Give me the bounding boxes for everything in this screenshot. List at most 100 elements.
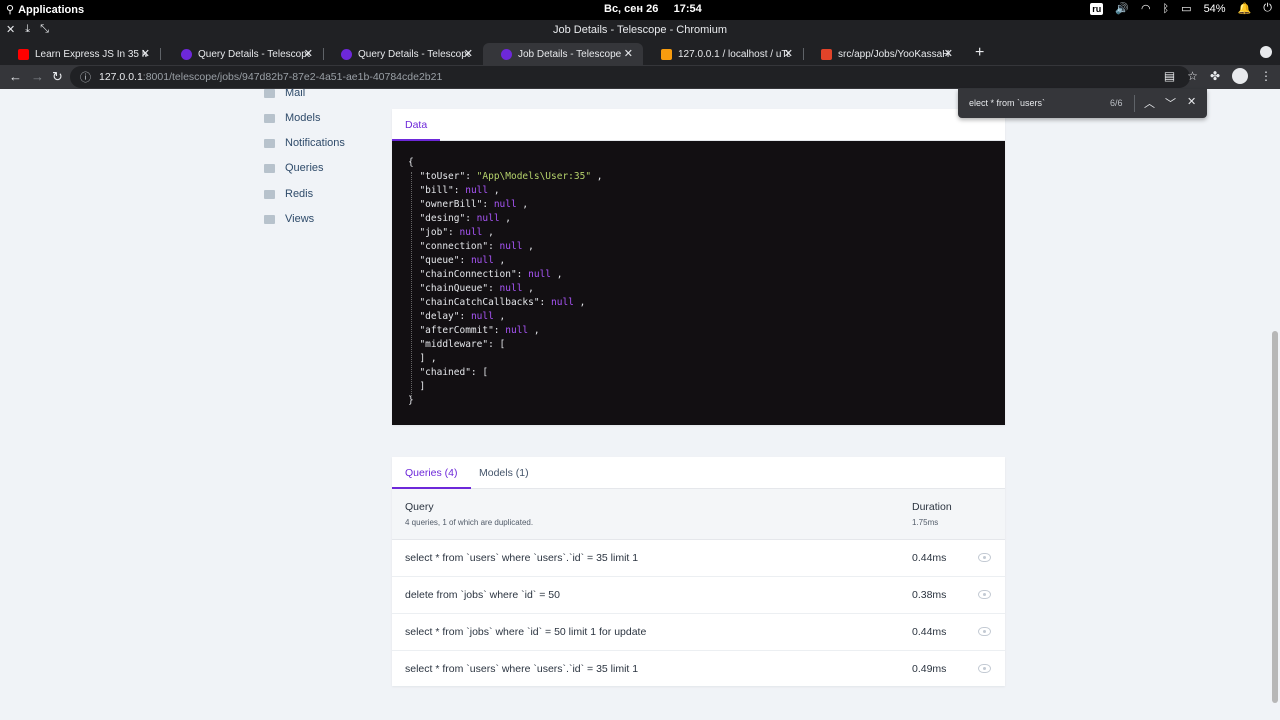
job-data-json-viewer: { "toUser": "App\Models\User:35" , "bill… xyxy=(392,141,1005,425)
tab-label: Learn Express JS In 35 Minutes xyxy=(35,48,147,60)
site-info-icon[interactable]: ⓘ xyxy=(80,69,91,85)
browser-tab[interactable]: src/app/Jobs/YooKassaHook.php ✕ xyxy=(803,43,963,65)
browser-tab[interactable]: Learn Express JS In 35 Minutes ✕ xyxy=(0,43,161,65)
url-host: 127.0.0.1 xyxy=(99,71,143,83)
sidebar-item-label: Redis xyxy=(285,188,314,200)
table-row[interactable]: select * from `users` where `users`.`id`… xyxy=(392,651,1005,688)
sidebar-item-views[interactable]: Views xyxy=(264,209,314,229)
eye-icon[interactable] xyxy=(978,553,991,562)
search-icon: ⚲ xyxy=(6,4,15,16)
tab-search-icon[interactable] xyxy=(1260,46,1272,58)
power-icon[interactable]: ⏻ xyxy=(1263,2,1272,15)
telescope-icon xyxy=(341,48,352,60)
tab-queries[interactable]: Queries (4) xyxy=(392,457,471,489)
keyboard-layout-indicator[interactable]: ru xyxy=(1090,2,1104,15)
json-string: "App\Models\User:35" xyxy=(476,171,592,182)
page-scrollbar[interactable] xyxy=(1270,89,1280,720)
json-line: "afterCommit": null , xyxy=(419,325,540,336)
redis-icon xyxy=(264,189,275,199)
json-line: "desing": null , xyxy=(419,213,511,224)
json-line: "middleware": [ xyxy=(419,339,506,350)
bookmark-star-icon[interactable]: ☆ xyxy=(1187,69,1198,83)
time-label: 17:54 xyxy=(673,3,702,15)
find-previous-icon[interactable]: ︿ xyxy=(1144,95,1155,111)
browser-tab-active[interactable]: Job Details - Telescope ✕ xyxy=(483,43,643,65)
tab-strip: Learn Express JS In 35 Minutes ✕ Query D… xyxy=(0,41,1280,65)
tab-label: src/app/Jobs/YooKassaHook.php xyxy=(838,48,950,60)
query-sql: select * from `users` where `users`.`id`… xyxy=(405,552,639,564)
json-line: "chainConnection": null , xyxy=(419,269,563,280)
sidebar-item-queries[interactable]: Queries xyxy=(264,158,324,178)
query-sql: select * from `jobs` where `id` = 50 lim… xyxy=(405,626,647,638)
queries-summary: 4 queries, 1 of which are duplicated. xyxy=(405,518,534,527)
json-line: ] xyxy=(419,381,426,392)
query-sql: select * from `users` where `users`.`id`… xyxy=(405,663,639,675)
clock[interactable]: Вс, сен 26 17:54 xyxy=(604,3,702,15)
battery-icon[interactable]: ▭ xyxy=(1181,2,1191,15)
extensions-icon[interactable]: ✤ xyxy=(1210,69,1220,83)
sidebar-item-models[interactable]: Models xyxy=(264,108,320,128)
query-duration: 0.49ms xyxy=(912,663,947,675)
tab-label: 127.0.0.1 / localhost / uTag / bil xyxy=(678,48,790,60)
queries-icon xyxy=(264,163,275,173)
json-line: "delay": null , xyxy=(419,311,506,322)
notification-bell-icon[interactable]: 🔔 xyxy=(1238,2,1252,15)
table-row[interactable]: select * from `users` where `users`.`id`… xyxy=(392,540,1005,577)
find-next-icon[interactable]: ﹀ xyxy=(1165,95,1176,111)
find-input[interactable]: elect * from `users` xyxy=(969,98,1045,108)
json-line: "chainQueue": null , xyxy=(419,283,534,294)
sidebar-item-mail[interactable]: Mail xyxy=(264,89,305,103)
volume-icon[interactable]: 🔊 xyxy=(1115,2,1129,15)
wifi-icon[interactable]: ◠ xyxy=(1141,2,1151,15)
sidebar-item-redis[interactable]: Redis xyxy=(264,184,313,204)
forward-icon[interactable]: → xyxy=(31,69,44,84)
close-tab-icon[interactable]: ✕ xyxy=(624,47,633,60)
profile-avatar[interactable] xyxy=(1232,68,1248,84)
json-line: } xyxy=(408,395,414,406)
json-key: "toUser": xyxy=(419,171,477,182)
bluetooth-icon[interactable]: ᛒ xyxy=(1163,3,1170,15)
close-tab-icon[interactable]: ✕ xyxy=(944,47,953,60)
table-row[interactable]: select * from `jobs` where `id` = 50 lim… xyxy=(392,614,1005,651)
system-tray[interactable]: ru 🔊 ◠ ᛒ ▭ 54% 🔔 ⏻ xyxy=(1090,2,1272,15)
browser-tab[interactable]: Query Details - Telescope ✕ xyxy=(323,43,483,65)
tab-data[interactable]: Data xyxy=(392,109,441,141)
json-line: "chainCatchCallbacks": null , xyxy=(419,297,586,308)
browser-tab[interactable]: Query Details - Telescope ✕ xyxy=(163,43,324,65)
system-top-bar: ⚲ Applications Вс, сен 26 17:54 ru 🔊 ◠ ᛒ… xyxy=(0,0,1280,20)
related-tabs: Queries (4) Models (1) xyxy=(392,457,1005,489)
battery-percent: 54% xyxy=(1203,2,1226,15)
sidebar-item-label: Notifications xyxy=(285,137,345,149)
tab-label: Query Details - Telescope xyxy=(198,48,310,60)
applications-label: Applications xyxy=(18,3,85,16)
reader-mode-icon[interactable]: ▤ xyxy=(1164,69,1175,83)
eye-icon[interactable] xyxy=(978,590,991,599)
find-close-icon[interactable]: ✕ xyxy=(1187,95,1196,108)
close-tab-icon[interactable]: ✕ xyxy=(304,47,313,60)
window-titlebar: ✕ ⤓ ⤡ Job Details - Telescope - Chromium xyxy=(0,20,1280,41)
applications-menu[interactable]: ⚲ Applications xyxy=(6,3,85,17)
browser-tab[interactable]: 127.0.0.1 / localhost / uTag / bil ✕ xyxy=(643,43,804,65)
table-row[interactable]: delete from `jobs` where `id` = 50 0.38m… xyxy=(392,577,1005,614)
browser-toolbar: ← → ↻ ⓘ 127.0.0.1:8001/telescope/jobs/94… xyxy=(0,65,1280,89)
json-line: "connection": null , xyxy=(419,241,534,252)
new-tab-button[interactable]: + xyxy=(975,44,984,62)
reload-icon[interactable]: ↻ xyxy=(52,69,63,85)
tab-models[interactable]: Models (1) xyxy=(466,457,542,489)
menu-icon[interactable]: ⋮ xyxy=(1260,69,1272,83)
address-bar[interactable]: ⓘ 127.0.0.1:8001/telescope/jobs/947d82b7… xyxy=(70,66,1190,88)
related-entries-card: Queries (4) Models (1) Query 4 queries, … xyxy=(392,457,1005,686)
back-icon[interactable]: ← xyxy=(9,69,22,84)
telescope-icon xyxy=(501,48,512,60)
close-tab-icon[interactable]: ✕ xyxy=(464,47,473,60)
sidebar-item-label: Models xyxy=(285,112,321,124)
scrollbar-thumb[interactable] xyxy=(1272,331,1278,703)
sidebar-item-label: Mail xyxy=(285,89,306,99)
sidebar-item-notifications[interactable]: Notifications xyxy=(264,133,345,153)
eye-icon[interactable] xyxy=(978,627,991,636)
close-tab-icon[interactable]: ✕ xyxy=(141,47,150,60)
sidebar-item-label: Queries xyxy=(285,162,324,174)
eye-icon[interactable] xyxy=(978,664,991,673)
close-tab-icon[interactable]: ✕ xyxy=(784,47,793,60)
json-line: "ownerBill": null , xyxy=(419,199,529,210)
